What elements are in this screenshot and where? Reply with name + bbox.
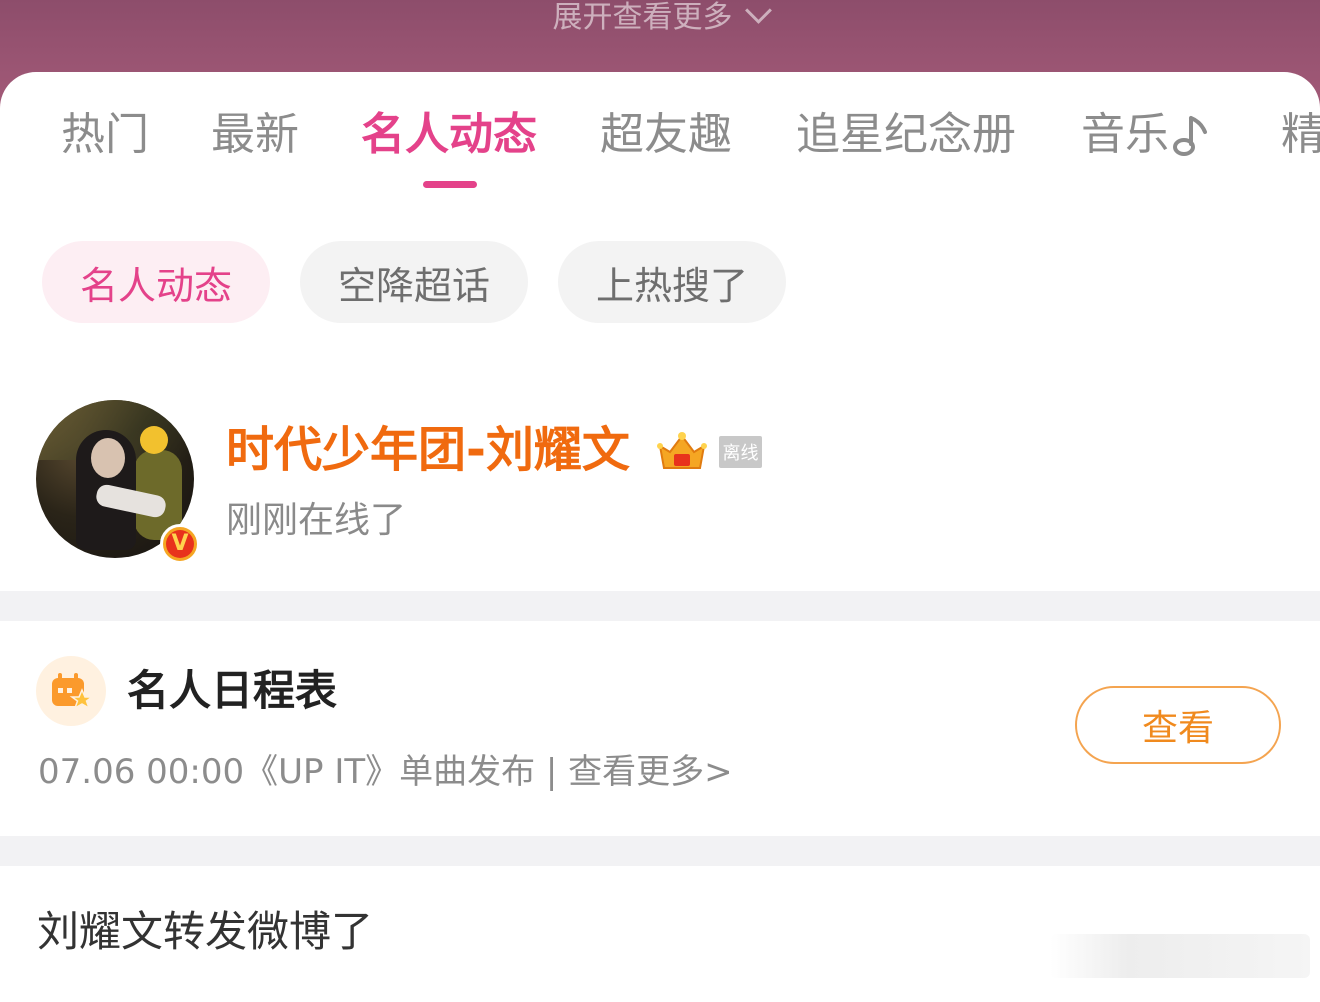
- schedule-detail-link[interactable]: 07.06 00:00《UP IT》单曲发布 | 查看更多>: [38, 748, 733, 796]
- crown-badge-icon: [657, 432, 707, 469]
- tab-fan-album[interactable]: 追星纪念册: [796, 100, 1016, 170]
- user-status: 刚刚在线了: [226, 500, 407, 541]
- expand-more-label: 展开查看更多: [552, 0, 733, 35]
- watermark: [1050, 934, 1310, 978]
- schedule-title: 名人日程表: [127, 666, 338, 715]
- section-divider: [0, 836, 1320, 866]
- tab-celebrity-updates[interactable]: 名人动态: [361, 100, 537, 170]
- repost-heading: 刘耀文转发微博了: [37, 907, 374, 956]
- section-divider: [0, 591, 1320, 621]
- category-tabs: 热门 最新 名人动态 超友趣 追星纪念册 音乐 精: [0, 100, 1320, 180]
- tab-music[interactable]: 音乐: [1081, 100, 1211, 170]
- chevron-down-icon: [744, 0, 772, 24]
- tab-featured[interactable]: 精: [1281, 100, 1320, 170]
- tab-hot[interactable]: 热门: [61, 100, 149, 170]
- active-tab-indicator: [423, 181, 477, 188]
- tab-super-fun[interactable]: 超友趣: [600, 100, 732, 170]
- expand-more-button[interactable]: 展开查看更多: [0, 0, 1320, 35]
- chip-airdrop-topic[interactable]: 空降超话: [300, 241, 528, 323]
- view-schedule-button[interactable]: 查看: [1075, 686, 1281, 764]
- music-note-icon: [1173, 116, 1207, 156]
- verified-badge-icon: V: [160, 524, 200, 564]
- tab-music-label: 音乐: [1081, 109, 1169, 160]
- user-name[interactable]: 时代少年团-刘耀文: [226, 420, 630, 480]
- chip-celebrity-updates[interactable]: 名人动态: [42, 241, 270, 323]
- offline-badge: 离线: [719, 436, 762, 468]
- tab-latest[interactable]: 最新: [211, 100, 299, 170]
- calendar-star-icon: [36, 656, 106, 726]
- chip-trending[interactable]: 上热搜了: [558, 241, 786, 323]
